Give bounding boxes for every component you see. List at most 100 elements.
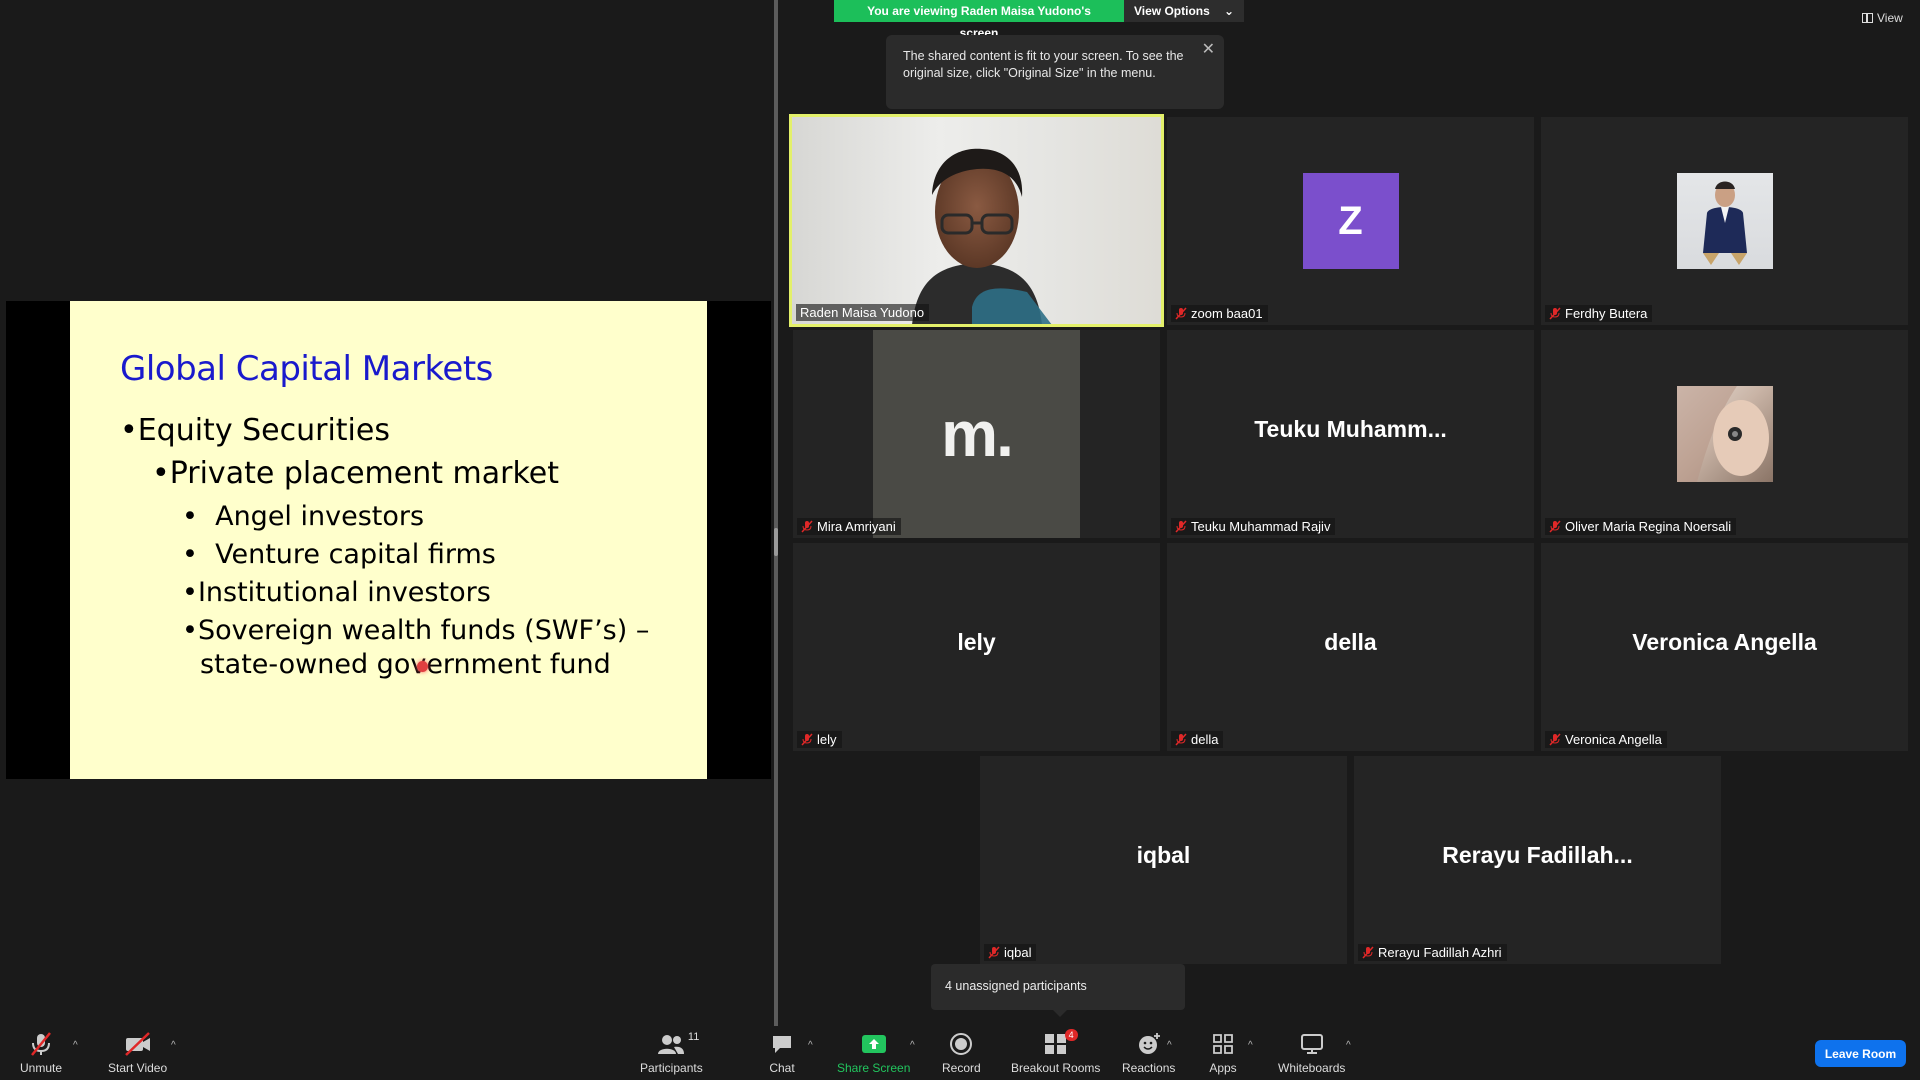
avatar: Z xyxy=(1302,173,1399,269)
participant-display-name: Teuku Muhamm... xyxy=(1254,416,1447,442)
view-options-button[interactable]: View Options ⌄ xyxy=(1124,0,1244,22)
video-tile-iqbal[interactable]: iqbal iqbal xyxy=(980,756,1347,964)
participant-name-label: Raden Maisa Yudono xyxy=(796,304,930,321)
video-tile-active-speaker[interactable]: Raden Maisa Yudono xyxy=(789,114,1164,327)
participant-name-label: Veronica Angella xyxy=(1545,731,1667,748)
muted-mic-icon xyxy=(1362,946,1374,959)
participant-name: iqbal xyxy=(1004,945,1032,960)
participant-name: Mira Amriyani xyxy=(817,519,896,534)
unassigned-participants-popup[interactable]: 4 unassigned participants xyxy=(931,964,1185,1017)
share-screen-button[interactable]: Share Screen xyxy=(837,1026,910,1080)
viewing-screen-label: You are viewing Raden Maisa Yudono's scr… xyxy=(834,0,1124,40)
participant-name-label: della xyxy=(1171,731,1224,748)
video-off-icon xyxy=(124,1032,152,1056)
unmute-button[interactable]: Unmute xyxy=(20,1026,62,1080)
video-tile-veronica-angella[interactable]: Veronica Angella Veronica Angella xyxy=(1541,543,1908,751)
whiteboards-label: Whiteboards xyxy=(1278,1061,1346,1075)
share-options-caret[interactable]: ^ xyxy=(910,1040,915,1051)
chat-options-caret[interactable]: ^ xyxy=(808,1040,813,1051)
participant-name: Rerayu Fadillah Azhri xyxy=(1378,945,1502,960)
video-tile-mira-amriyani[interactable]: m. Mira Amriyani xyxy=(793,330,1160,538)
video-options-caret[interactable]: ^ xyxy=(171,1040,176,1051)
divider-handle[interactable] xyxy=(774,528,778,556)
record-button[interactable]: Record xyxy=(942,1026,981,1080)
record-label: Record xyxy=(942,1061,981,1075)
slide-bullet: • Angel investors xyxy=(182,501,425,532)
muted-mic-icon xyxy=(801,733,813,746)
share-screen-label: Share Screen xyxy=(837,1061,911,1075)
video-tile-oliver-maria-regina-noersali[interactable]: Oliver Maria Regina Noersali xyxy=(1541,330,1908,538)
reactions-button[interactable]: Reactions xyxy=(1122,1026,1175,1080)
participants-button[interactable]: 11 Participants xyxy=(640,1026,703,1080)
slide-bullet-continuation: state-owned government fund xyxy=(200,649,611,680)
muted-mic-icon xyxy=(988,946,1000,959)
profile-logo: m. xyxy=(873,330,1080,538)
slide-bullet: •Equity Securities xyxy=(120,413,390,448)
muted-mic-icon xyxy=(1175,733,1187,746)
apps-options-caret[interactable]: ^ xyxy=(1248,1040,1253,1051)
muted-mic-icon xyxy=(801,520,813,533)
video-tile-rerayu-fadillah-azhri[interactable]: Rerayu Fadillah... Rerayu Fadillah Azhri xyxy=(1354,756,1721,964)
profile-photo xyxy=(1702,181,1747,265)
chevron-down-icon: ⌄ xyxy=(1223,4,1234,18)
zoom-meeting-window: Global Capital Markets •Equity Securitie… xyxy=(0,0,1920,1080)
laser-pointer xyxy=(417,661,428,672)
participant-name-label: Ferdhy Butera xyxy=(1545,305,1653,322)
shared-slide-frame: Global Capital Markets •Equity Securitie… xyxy=(6,301,771,779)
audio-options-caret[interactable]: ^ xyxy=(73,1040,78,1051)
participant-display-name: Rerayu Fadillah... xyxy=(1442,842,1633,868)
muted-mic-icon xyxy=(1175,307,1187,320)
fit-screen-tooltip: The shared content is fit to your screen… xyxy=(886,35,1224,109)
view-button[interactable]: View xyxy=(1862,11,1903,25)
participant-name: Ferdhy Butera xyxy=(1565,306,1648,321)
apps-button[interactable]: Apps xyxy=(1209,1026,1237,1080)
video-tile-zoom-baa01[interactable]: Z zoom baa01 xyxy=(1167,117,1534,325)
participant-name-label: iqbal xyxy=(984,944,1037,961)
breakout-rooms-label: Breakout Rooms xyxy=(1011,1061,1101,1075)
pane-divider[interactable] xyxy=(774,0,778,1026)
share-screen-icon xyxy=(860,1032,888,1056)
slide-title: Global Capital Markets xyxy=(120,349,493,389)
participants-label: Participants xyxy=(640,1061,703,1075)
participant-name: lely xyxy=(817,732,837,747)
video-tile-della[interactable]: della della xyxy=(1167,543,1534,751)
presentation-slide: Global Capital Markets •Equity Securitie… xyxy=(70,301,707,779)
breakout-rooms-button[interactable]: 4 Breakout Rooms xyxy=(1011,1026,1100,1080)
whiteboards-button[interactable]: Whiteboards xyxy=(1278,1026,1345,1080)
viewing-banner: You are viewing Raden Maisa Yudono's scr… xyxy=(834,0,1244,40)
chat-button[interactable]: Chat xyxy=(768,1026,796,1080)
slide-bullet: •Institutional investors xyxy=(182,577,491,608)
reactions-label: Reactions xyxy=(1122,1061,1176,1075)
muted-mic-icon xyxy=(27,1032,55,1056)
video-tile-teuku-muhammad-rajiv[interactable]: Teuku Muhamm... Teuku Muhammad Rajiv xyxy=(1167,330,1534,538)
reactions-icon xyxy=(1135,1032,1163,1056)
profile-photo xyxy=(1676,386,1769,482)
participant-display-name: della xyxy=(1324,629,1377,655)
meeting-toolbar: Unmute ^ Start Video ^ 11 Participants C… xyxy=(0,1026,1920,1080)
whiteboard-icon xyxy=(1298,1032,1326,1056)
chat-icon xyxy=(768,1032,796,1056)
participant-name-label: zoom baa01 xyxy=(1171,305,1268,322)
slide-bullet: •Private placement market xyxy=(152,456,559,491)
video-tile-lely[interactable]: lely lely xyxy=(793,543,1160,751)
muted-mic-icon xyxy=(1549,520,1561,533)
participant-name: Raden Maisa Yudono xyxy=(800,305,925,320)
participant-display-name: iqbal xyxy=(1136,842,1191,868)
start-video-button[interactable]: Start Video xyxy=(108,1026,167,1080)
reactions-options-caret[interactable]: ^ xyxy=(1167,1040,1172,1051)
participant-name-label: Teuku Muhammad Rajiv xyxy=(1171,518,1336,535)
view-options-label: View Options xyxy=(1134,4,1210,18)
participant-name-label: Oliver Maria Regina Noersali xyxy=(1545,518,1737,535)
whiteboards-options-caret[interactable]: ^ xyxy=(1346,1040,1351,1051)
participant-name: zoom baa01 xyxy=(1191,306,1263,321)
leave-room-button[interactable]: Leave Room xyxy=(1815,1040,1906,1067)
speaker-webcam-image xyxy=(912,148,1052,324)
logo-mark: m. xyxy=(941,398,1014,470)
start-video-label: Start Video xyxy=(108,1061,168,1075)
participant-display-name: Veronica Angella xyxy=(1632,629,1817,655)
muted-mic-icon xyxy=(1549,307,1561,320)
participant-name-label: lely xyxy=(797,731,842,748)
muted-mic-icon xyxy=(1175,520,1187,533)
video-tile-ferdhy-butera[interactable]: Ferdhy Butera xyxy=(1541,117,1908,325)
close-icon[interactable]: ✕ xyxy=(1202,41,1215,58)
